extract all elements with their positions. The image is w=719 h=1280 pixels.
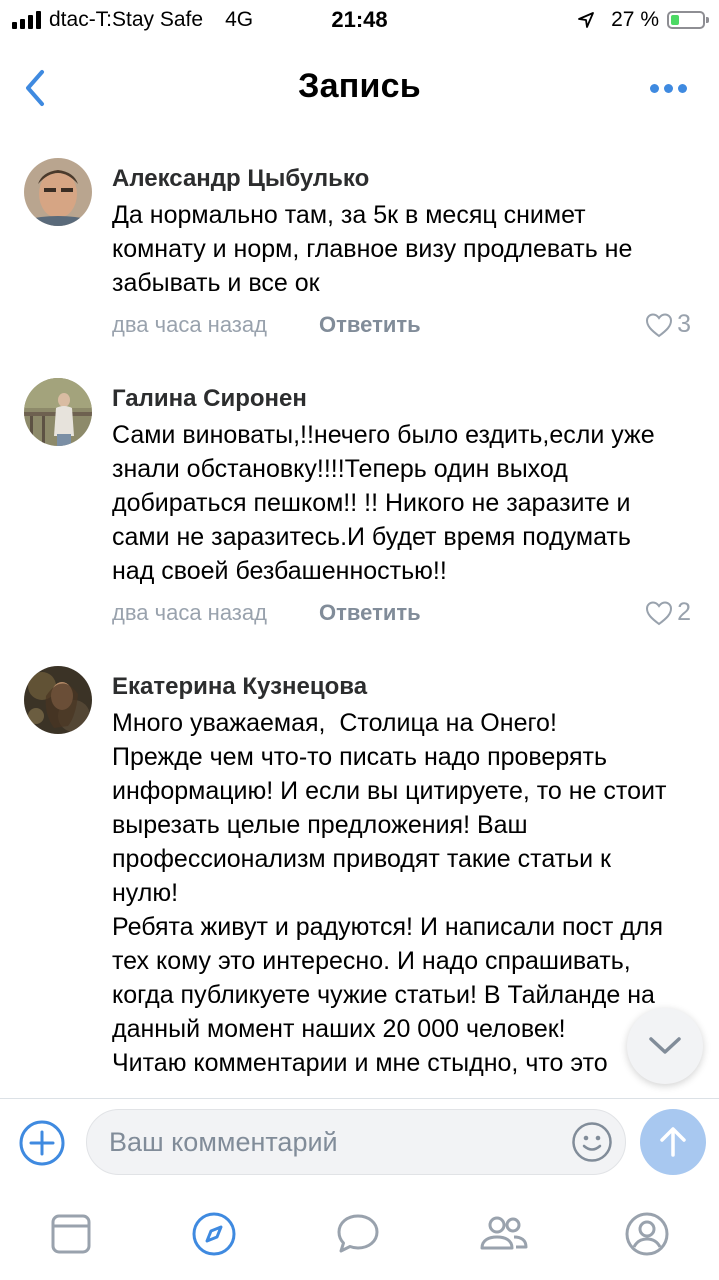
status-bar: dtac-T:Stay Safe 4G 21:48 27 % [0, 0, 719, 40]
comment-time: два часа назад [112, 312, 267, 337]
comment-text: Много уважаемая, Столица на Онего! Прежд… [112, 709, 667, 1077]
like-count: 2 [677, 598, 691, 626]
comment-author[interactable]: Александр Цыбулько [112, 136, 679, 194]
more-dots-icon [650, 84, 659, 93]
battery-percent: 27 % [611, 8, 659, 31]
like-button[interactable]: 2 [645, 598, 691, 627]
location-arrow-icon [578, 12, 595, 28]
scroll-down-button[interactable] [627, 1008, 703, 1084]
tab-profile[interactable] [623, 1210, 671, 1258]
comment-input[interactable]: Ваш комментарий [86, 1109, 626, 1175]
like-button[interactable]: 3 [645, 310, 691, 339]
friends-icon [480, 1216, 528, 1250]
comments-list[interactable]: Александр Цыбулько Да нормально там, за … [0, 136, 719, 1098]
comment-composer: Ваш комментарий [0, 1098, 719, 1189]
send-button[interactable] [640, 1109, 706, 1175]
avatar[interactable] [24, 378, 92, 446]
tab-friends[interactable] [478, 1210, 528, 1258]
tab-discover[interactable] [190, 1210, 238, 1258]
smile-icon [572, 1122, 612, 1162]
plus-circle-icon [19, 1120, 65, 1166]
avatar[interactable] [24, 666, 92, 734]
comment-item: Екатерина Кузнецова Много уважаемая, Сто… [0, 644, 719, 1080]
comment-author[interactable]: Галина Сиронен [112, 356, 679, 414]
heart-icon [646, 312, 673, 337]
page-title: Запись [298, 67, 421, 105]
avatar[interactable] [24, 158, 92, 226]
tab-news[interactable] [47, 1210, 95, 1258]
comment-item: Галина Сиронен Сами виноваты,!!нечего бы… [0, 356, 719, 644]
attach-button[interactable] [18, 1119, 66, 1167]
messages-icon [337, 1214, 379, 1253]
chevron-down-icon [649, 1037, 681, 1054]
battery-fill [671, 15, 679, 25]
reply-button[interactable]: Ответить [319, 312, 421, 338]
more-button[interactable] [650, 84, 687, 93]
heart-icon [646, 600, 673, 625]
profile-icon [625, 1212, 669, 1256]
comment-author[interactable]: Екатерина Кузнецова [112, 644, 679, 702]
reply-button[interactable]: Ответить [319, 600, 421, 626]
comment-text: Сами виноваты,!!нечего было ездить,если … [112, 421, 662, 585]
comment-time: два часа назад [112, 600, 267, 625]
tab-messages[interactable] [334, 1210, 382, 1258]
arrow-up-icon [660, 1127, 686, 1157]
comment-meta: два часа назад Ответить 2 [112, 588, 691, 644]
like-count: 3 [677, 310, 691, 338]
emoji-button[interactable] [571, 1121, 613, 1163]
comment-meta: два часа назад Ответить 3 [112, 300, 691, 356]
battery-icon [667, 11, 709, 29]
nav-bar: Запись [0, 40, 719, 136]
comment-input-placeholder: Ваш комментарий [109, 1127, 338, 1157]
tab-bar [0, 1188, 719, 1280]
news-icon [51, 1214, 91, 1254]
comment-text: Да нормально там, за 5к в месяц снимет к… [112, 201, 640, 297]
status-right: 27 % [577, 8, 709, 32]
comment-item: Александр Цыбулько Да нормально там, за … [0, 136, 719, 356]
discover-icon [192, 1212, 236, 1256]
